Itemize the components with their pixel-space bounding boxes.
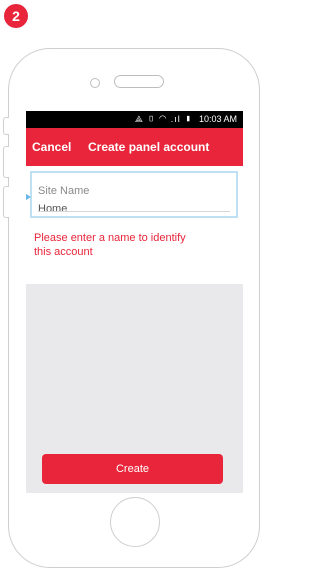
phone-volume-down-button — [3, 186, 9, 218]
field-underline — [38, 211, 230, 212]
field-pointer-arrow-icon — [26, 192, 31, 202]
site-name-label: Site Name — [38, 185, 90, 197]
status-bar: ⟁ ▯ ◠ .ıl ▮ 10:03 AM — [26, 111, 243, 128]
phone-screen: ⟁ ▯ ◠ .ıl ▮ 10:03 AM Cancel Create panel… — [26, 111, 243, 493]
status-time: 10:03 AM — [198, 114, 237, 124]
page-title: Create panel account — [88, 140, 210, 154]
site-name-field[interactable]: Site Name — [26, 171, 238, 218]
phone-camera — [90, 78, 100, 88]
site-name-input[interactable] — [38, 202, 218, 216]
phone-mute-switch — [3, 117, 9, 135]
create-button[interactable]: Create — [42, 454, 223, 484]
status-icons: ⟁ ▯ ◠ .ıl ▮ — [134, 114, 193, 124]
site-name-form: Site Name Please enter a name to identif… — [26, 166, 243, 284]
phone-speaker — [114, 75, 164, 88]
app-bar: Cancel Create panel account — [26, 128, 243, 166]
cancel-button[interactable]: Cancel — [32, 128, 71, 166]
phone-volume-up-button — [3, 146, 9, 178]
step-number-badge: 2 — [4, 4, 28, 28]
helper-text: Please enter a name to identify this acc… — [34, 232, 186, 258]
phone-home-button — [110, 497, 160, 547]
